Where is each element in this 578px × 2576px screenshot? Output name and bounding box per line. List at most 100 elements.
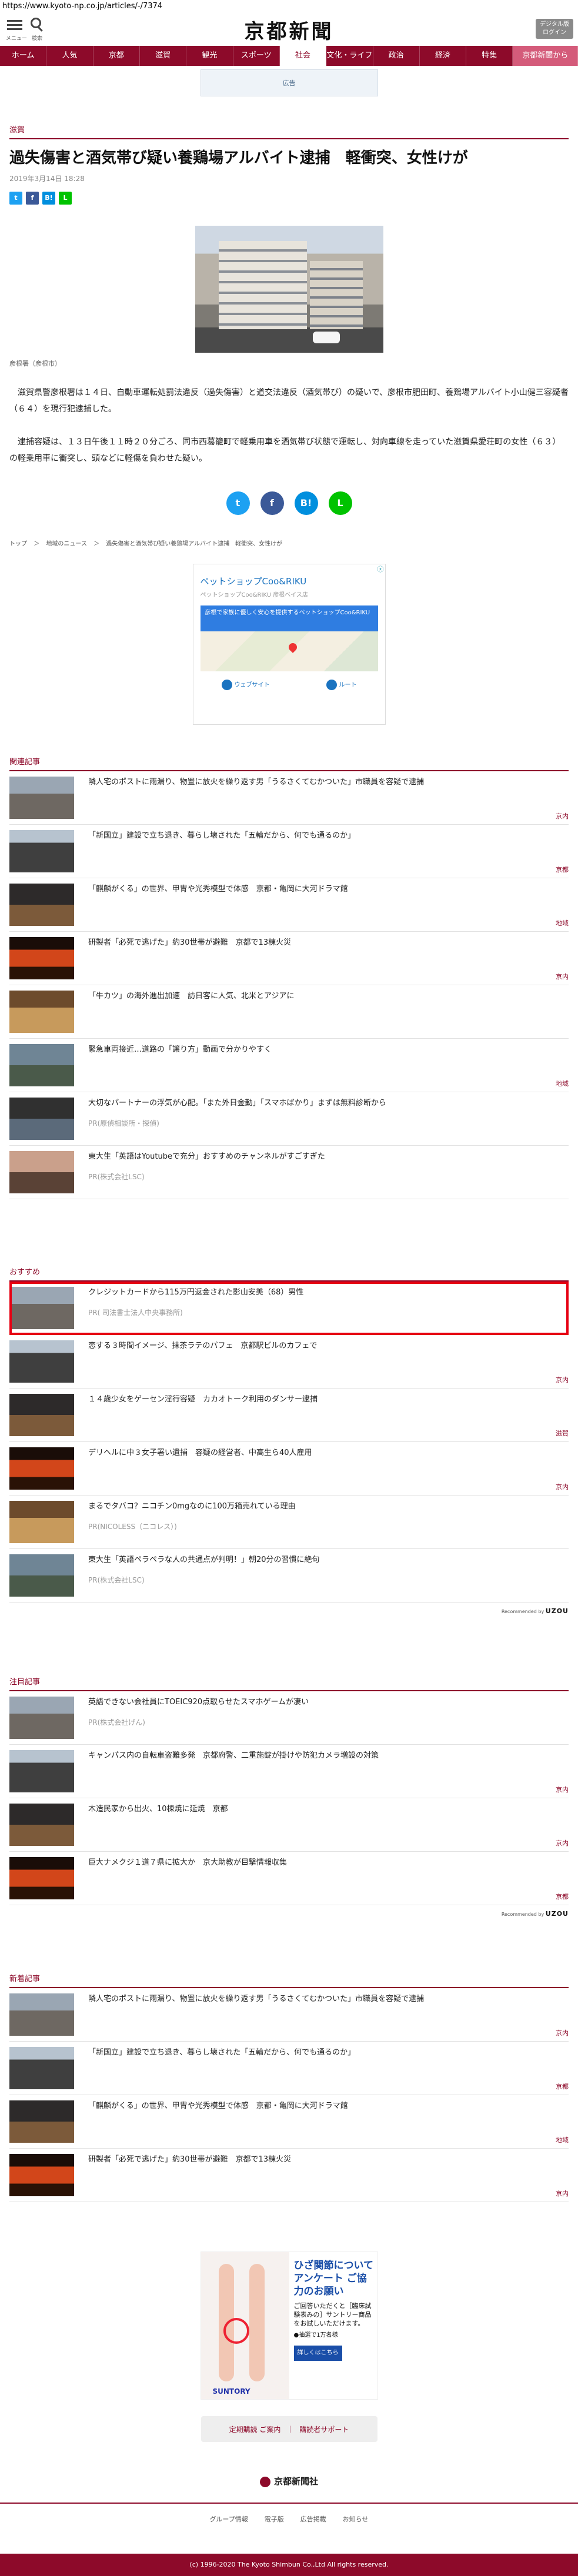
article-region-tag[interactable]: 京内 (556, 1838, 569, 1848)
article-list-item[interactable]: 研製者「必死で逃げた」約30世帯が避難 京都で13棟火災京内 (9, 2149, 569, 2202)
article-list-item[interactable]: 「新国立」建設で立ち退き、暮らし壊された「五輪だから、何でも通るのか」京都 (9, 2042, 569, 2095)
nav-item[interactable]: 人気 (46, 46, 93, 66)
site-logo[interactable]: 京都新聞 (0, 15, 578, 44)
nav-item[interactable]: 文化・ライフ (326, 46, 373, 66)
article-link-text[interactable]: 研製者「必死で逃げた」約30世帯が避難 京都で13棟火災 (88, 938, 291, 947)
article-link-text[interactable]: 「麒麟がくる」の世界、甲冑や光秀模型で体感 京都・亀岡に大河ドラマ館 (88, 2102, 348, 2110)
support-link[interactable]: 購読者サポート (299, 2424, 349, 2434)
hatena-share-icon[interactable]: B! (294, 491, 318, 515)
article-thumbnail[interactable] (9, 1151, 74, 1193)
article-thumbnail[interactable] (9, 1750, 74, 1792)
nav-item[interactable]: ホーム (0, 46, 47, 66)
article-list-item[interactable]: 東大生「英語ペラペラな人の共通点が判明！」朝20分の習慣に絶句 PR(株式会社LS… (9, 1549, 569, 1603)
article-list-item[interactable]: クレジットカードから115万円返金された影山安美（68）男性 PR( 司法書士法人… (9, 1282, 569, 1335)
article-region-tag[interactable]: 地域 (556, 1079, 569, 1088)
nav-item[interactable]: 京都新聞から (513, 46, 578, 66)
article-list-item[interactable]: 木造民家から出火、10棟焼に延焼 京都京内 (9, 1798, 569, 1852)
article-region-tag[interactable]: 京内 (556, 1375, 569, 1384)
article-link-text[interactable]: 東大生「英語ペラペラな人の共通点が判明！」朝20分の習慣に絶句 (88, 1555, 320, 1564)
hatena-share-icon[interactable]: B! (42, 192, 55, 205)
article-thumbnail[interactable] (9, 1287, 74, 1329)
breadcrumb-section[interactable]: 地域のニュース (46, 541, 87, 547)
article-thumbnail[interactable] (9, 1044, 74, 1086)
article-list-item[interactable]: 「牛カツ」の海外進出加速 訪日客に人気、北米とアジアに (9, 985, 569, 1039)
article-thumbnail[interactable] (9, 1098, 74, 1140)
twitter-share-icon[interactable]: t (9, 192, 22, 205)
article-region-tag[interactable]: 滋賀 (556, 1428, 569, 1438)
facebook-share-icon[interactable]: f (26, 192, 39, 205)
article-link-text[interactable]: 「新国立」建設で立ち退き、暮らし壊された「五輪だから、何でも通るのか」 (88, 2048, 355, 2057)
article-list-item[interactable]: 「麒麟がくる」の世界、甲冑や光秀模型で体感 京都・亀岡に大河ドラマ館地域 (9, 2095, 569, 2149)
website-button[interactable]: ウェブサイト (221, 680, 270, 690)
article-region-tag[interactable]: 地域 (556, 918, 569, 928)
article-link-text[interactable]: 隣人宅のポストに雨漏り、物置に放火を繰り返す男「うるさくてむかついた」市職員を容… (88, 778, 424, 787)
article-list-item[interactable]: 英語できない会社員にTOEIC920点取らせたスマホゲームが凄い PR(株式会社げ… (9, 1691, 569, 1745)
article-thumbnail[interactable] (9, 1697, 74, 1739)
article-link-text[interactable]: クレジットカードから115万円返金された影山安美（68）男性 (88, 1288, 303, 1297)
article-list-item[interactable]: １４歳少女をゲーセン淫行容疑 カカオトーク利用のダンサー逮捕 滋賀 (9, 1389, 569, 1442)
browser-url[interactable]: https://www.kyoto-np.co.jp/articles/-/73… (0, 0, 578, 13)
article-thumbnail[interactable] (9, 2154, 74, 2196)
nav-item[interactable]: スポーツ (233, 46, 280, 66)
ad-cta-button[interactable]: 詳しくはこちら (293, 2346, 342, 2361)
article-list-item[interactable]: 隣人宅のポストに雨漏り、物置に放火を繰り返す男「うるさくてむかついた」市職員を容… (9, 1988, 569, 2042)
footer-link[interactable]: お知らせ (343, 2514, 369, 2524)
facebook-share-icon[interactable]: f (260, 491, 284, 515)
article-list-item[interactable]: 「麒麟がくる」の世界、甲冑や光秀模型で体感 京都・亀岡に大河ドラマ館地域 (9, 878, 569, 932)
article-region-tag[interactable]: 京内 (556, 972, 569, 981)
line-share-icon[interactable]: L (328, 491, 352, 515)
breadcrumb-home[interactable]: トップ (9, 541, 27, 547)
nav-item[interactable]: 京都 (93, 46, 140, 66)
footer-link[interactable]: 広告掲載 (300, 2514, 326, 2524)
article-region-tag[interactable]: 京内 (556, 811, 569, 821)
article-list-item[interactable]: 巨大ナメクジ１道７県に拡大か 京大助教が目撃情報収集 京都 (9, 1852, 569, 1905)
article-region-tag[interactable]: 京都 (556, 2082, 569, 2091)
article-link-text[interactable]: デリヘルに中３女子署い遺捕 容疑の経営者、中高生ら40人雇用 (88, 1448, 312, 1457)
article-region-tag[interactable]: 京内 (556, 2189, 569, 2198)
article-list-item[interactable]: キャンパス内の自転車盗難多発 京都府警、二重施錠が掛けや防犯カメラ増設の対策京内 (9, 1745, 569, 1798)
article-link-text[interactable]: 隣人宅のポストに雨漏り、物置に放火を繰り返す男「うるさくてむかついた」市職員を容… (88, 1995, 424, 2003)
article-list-item[interactable]: 恋する３時間イメージ、抹茶ラテのパフェ 京都駅ビルのカフェで京内 (9, 1335, 569, 1389)
article-link-text[interactable]: 「麒麟がくる」の世界、甲冑や光秀模型で体感 京都・亀岡に大河ドラマ館 (88, 885, 348, 894)
article-category[interactable]: 滋賀 (9, 123, 569, 139)
article-thumbnail[interactable] (9, 830, 74, 872)
article-list-item[interactable]: 「新国立」建設で立ち退き、暮らし壊された「五輪だから、何でも通るのか」 京都 (9, 825, 569, 878)
article-link-text[interactable]: まるでタバコ？ニコチン0mgなのに100万箱売れている理由 (88, 1502, 296, 1511)
article-list-item[interactable]: 研製者「必死で逃げた」約30世帯が避難 京都で13棟火災京内 (9, 932, 569, 985)
twitter-share-icon[interactable]: t (226, 491, 250, 515)
article-thumbnail[interactable] (9, 1340, 74, 1383)
digital-login-button[interactable]: デジタル版 ログイン (536, 19, 573, 39)
article-list-item[interactable]: デリヘルに中３女子署い遺捕 容疑の経営者、中高生ら40人雇用京内 (9, 1442, 569, 1496)
article-thumbnail[interactable] (9, 1857, 74, 1899)
article-link-text[interactable]: 緊急車両接近…道路の「譲り方」動画で分かりやすく (88, 1045, 272, 1054)
article-region-tag[interactable]: 京内 (556, 2028, 569, 2038)
article-list-item[interactable]: 隣人宅のポストに雨漏り、物置に放火を繰り返す男「うるさくてむかついた」市職員を容… (9, 771, 569, 825)
top-ad-banner[interactable]: 広告 (200, 69, 378, 96)
article-thumbnail[interactable] (9, 884, 74, 926)
article-link-text[interactable]: 恋する３時間イメージ、抹茶ラテのパフェ 京都駅ビルのカフェで (88, 1341, 317, 1350)
nav-item[interactable]: 社会 (279, 46, 327, 66)
article-thumbnail[interactable] (9, 1501, 74, 1543)
article-region-tag[interactable]: 京内 (556, 1785, 569, 1794)
article-list-item[interactable]: 大切なパートナーの浮気が心配。「また外日金勤」「スマホばかり」まずは無料診断から… (9, 1092, 569, 1146)
map-ad-banner[interactable]: 彦根で家族に優しく安心を提供するペットショップCoo&RIKU (200, 605, 378, 631)
article-link-text[interactable]: キャンパス内の自転車盗難多発 京都府警、二重施錠が掛けや防犯カメラ増設の対策 (88, 1751, 379, 1760)
article-thumbnail[interactable] (9, 2100, 74, 2143)
article-link-text[interactable]: 研製者「必死で逃げた」約30世帯が避難 京都で13棟火災 (88, 2155, 291, 2164)
article-link-text[interactable]: 「牛カツ」の海外進出加速 訪日客に人気、北米とアジアに (88, 992, 294, 1001)
article-region-tag[interactable]: 地域 (556, 2135, 569, 2145)
article-thumbnail[interactable] (9, 937, 74, 979)
footer-link[interactable]: 電子版 (265, 2514, 284, 2524)
article-thumbnail[interactable] (9, 777, 74, 819)
subscribe-link[interactable]: 定期購読 ご案内 (229, 2424, 281, 2434)
suntory-ad[interactable]: SUNTORY ひざ関節について アンケート ご協力のお願い ご回答いただくと［… (200, 2252, 378, 2400)
article-region-tag[interactable]: 京都 (556, 1892, 569, 1901)
article-link-text[interactable]: 大切なパートナーの浮気が心配。「また外日金勤」「スマホばかり」まずは無料診断から (88, 1099, 386, 1108)
article-link-text[interactable]: 木造民家から出火、10棟焼に延焼 京都 (88, 1805, 228, 1814)
article-thumbnail[interactable] (9, 1993, 74, 2036)
article-region-tag[interactable]: 京内 (556, 1482, 569, 1491)
article-thumbnail[interactable] (9, 1554, 74, 1597)
article-list-item[interactable]: まるでタバコ？ニコチン0mgなのに100万箱売れている理由 PR(NICOLESS… (9, 1496, 569, 1549)
article-thumbnail[interactable] (9, 1804, 74, 1846)
route-button[interactable]: ルート (326, 680, 357, 690)
